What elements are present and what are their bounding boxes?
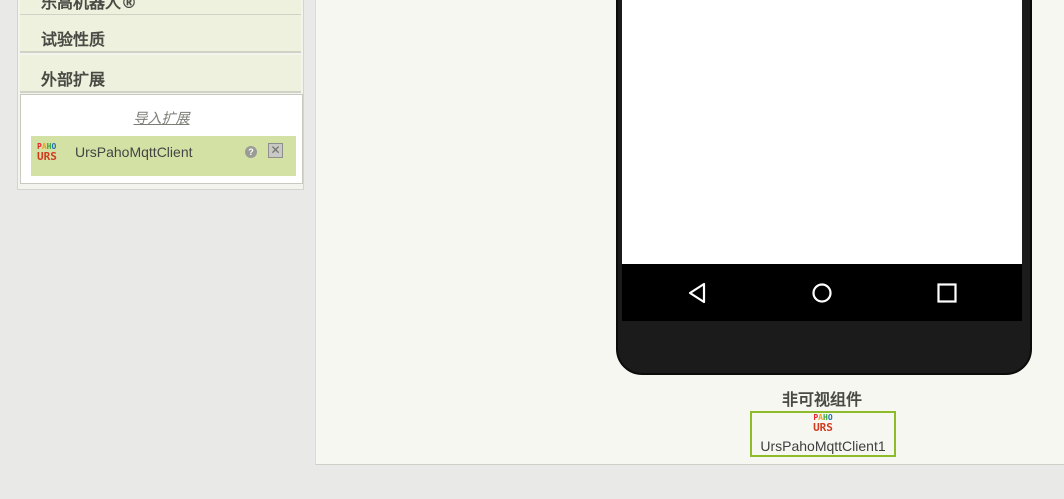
import-extension-link[interactable]: 导入扩展 <box>21 108 302 128</box>
palette-panel: 乐高机器人® 试验性质 外部扩展 导入扩展 PAHO URS UrsPahoMq… <box>17 0 304 190</box>
extensions-panel: 导入扩展 PAHO URS UrsPahoMqttClient ? ✕ <box>20 94 303 184</box>
home-icon[interactable] <box>810 281 834 305</box>
palette-category-lego[interactable]: 乐高机器人® <box>20 0 301 16</box>
logo-urs: URS <box>37 150 57 163</box>
paho-urs-logo-icon: PAHO URS <box>752 414 894 434</box>
delete-icon[interactable]: ✕ <box>268 143 283 158</box>
viewer-panel: 非可视组件 PAHO URS UrsPahoMqttClient1 <box>315 0 1064 465</box>
category-label: 外部扩展 <box>41 70 106 89</box>
nonvisible-components-label: 非可视组件 <box>781 390 862 409</box>
component-name: UrsPahoMqttClient1 <box>760 438 886 454</box>
paho-urs-logo-icon: PAHO URS <box>37 143 57 163</box>
android-nav-bar <box>622 264 1022 321</box>
extension-name: UrsPahoMqttClient <box>75 144 193 160</box>
logo-urs: URS <box>813 421 833 434</box>
palette-category-experimental[interactable]: 试验性质 <box>20 15 301 53</box>
category-label: 试验性质 <box>41 30 106 49</box>
extension-item-urspahomqttclient[interactable]: PAHO URS UrsPahoMqttClient ? ✕ <box>31 136 296 176</box>
palette-category-extensions[interactable]: 外部扩展 <box>20 55 301 93</box>
category-label: 乐高机器人® <box>41 0 138 12</box>
back-icon[interactable] <box>686 281 710 305</box>
help-icon[interactable]: ? <box>245 146 257 158</box>
recent-apps-icon[interactable] <box>935 281 959 305</box>
nonvisible-component-urspahomqttclient1[interactable]: PAHO URS UrsPahoMqttClient1 <box>750 411 896 457</box>
phone-screen[interactable] <box>622 0 1022 264</box>
